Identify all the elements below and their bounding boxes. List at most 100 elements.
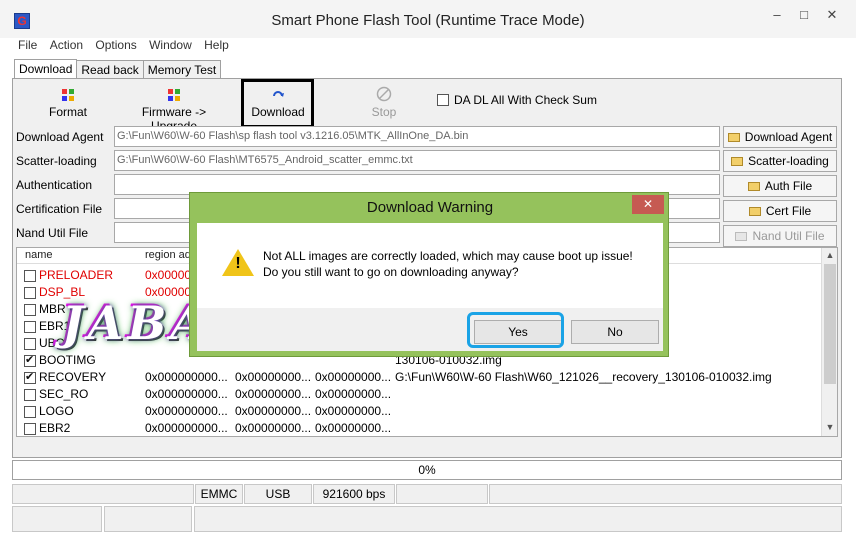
row-checkbox[interactable]: [24, 353, 36, 367]
stop-icon: [376, 86, 392, 102]
region-address: 0x00000000...: [315, 404, 392, 418]
auth-file-label: Authentication File: [16, 174, 112, 214]
row-checkbox[interactable]: [24, 370, 36, 384]
scatter-loading-button-label: Scatter-loading: [748, 154, 829, 168]
row-checkbox[interactable]: [24, 338, 36, 350]
format-icon: [61, 88, 75, 102]
table-row[interactable]: SEC_RO 0x000000000... 0x00000000... 0x00000…: [17, 386, 823, 403]
yes-button-highlight: [467, 312, 564, 348]
bottom-panel: [12, 506, 842, 532]
download-agent-input[interactable]: G:\Fun\W60\W-60 Flash\sp flash tool v3.1…: [114, 126, 720, 147]
menu-help[interactable]: Help: [204, 38, 229, 52]
column-header-region[interactable]: region ad: [145, 249, 191, 261]
dialog-message: Not ALL images are correctly loaded, whi…: [263, 248, 633, 280]
scatter-file-label: Scatter-loading File: [16, 150, 112, 190]
close-button[interactable]: ✕: [820, 6, 844, 26]
table-row[interactable]: LOGO 0x000000000... 0x00000000... 0x0000000…: [17, 403, 823, 420]
folder-icon: [735, 232, 748, 241]
partition-name: LOGO: [39, 404, 74, 418]
status-bar: EMMC USB 921600 bps: [12, 484, 842, 504]
scatter-file-input[interactable]: G:\Fun\W60\W-60 Flash\MT6575_Android_sca…: [114, 150, 720, 171]
format-button[interactable]: Format: [46, 88, 90, 119]
partition-name: BOOTIMG: [39, 353, 96, 367]
scatter-loading-button[interactable]: Scatter-loading: [723, 150, 837, 172]
auth-file-button[interactable]: Auth File: [723, 175, 837, 197]
bottom-cell-3: [194, 506, 842, 532]
download-agent-button-label: Download Agent: [744, 130, 833, 144]
tab-download[interactable]: Download: [14, 59, 78, 80]
cert-file-button[interactable]: Cert File: [723, 200, 837, 222]
menu-options[interactable]: Options: [95, 38, 136, 52]
partition-name: PRELOADER: [39, 268, 114, 282]
scroll-down-icon[interactable]: ▼: [822, 422, 837, 432]
menu-window[interactable]: Window: [149, 38, 192, 52]
column-header-name[interactable]: name: [25, 249, 53, 261]
progress-label: 0%: [418, 463, 436, 477]
da-checksum-label: DA DL All With Check Sum: [454, 93, 597, 107]
bottom-cell-2: [104, 506, 192, 532]
minimize-button[interactable]: –: [765, 6, 789, 26]
nand-util-button[interactable]: Nand Util File: [723, 225, 837, 247]
download-warning-dialog: Download Warning ✕ ! Not ALL images are …: [189, 192, 669, 357]
download-agent-button[interactable]: Download Agent: [723, 126, 837, 148]
menu-bar: File Action Options Window Help: [12, 38, 232, 56]
dialog-close-button[interactable]: ✕: [632, 195, 664, 214]
row-checkbox[interactable]: [24, 321, 36, 333]
da-checksum-option[interactable]: DA DL All With Check Sum: [437, 93, 597, 107]
tab-strip: Download Read back Memory Test: [14, 58, 222, 80]
dialog-footer: Yes No: [197, 308, 663, 351]
status-storage: EMMC: [195, 484, 243, 504]
row-checkbox[interactable]: [24, 304, 36, 316]
status-baud: 921600 bps: [313, 484, 395, 504]
warning-exclamation-icon: !: [235, 255, 241, 272]
end-address: 0x00000000...: [235, 404, 312, 418]
tab-read-back[interactable]: Read back: [76, 60, 144, 79]
status-empty-3: [489, 484, 842, 504]
scroll-thumb[interactable]: [824, 264, 836, 384]
menu-file[interactable]: File: [18, 38, 37, 52]
status-port: USB: [244, 484, 312, 504]
end-address: 0x00000000...: [235, 370, 312, 384]
scroll-up-icon[interactable]: ▲: [822, 250, 837, 260]
row-checkbox[interactable]: [24, 287, 36, 299]
stop-button[interactable]: Stop: [362, 86, 406, 119]
folder-icon: [727, 133, 740, 142]
folder-icon: [748, 207, 761, 216]
partition-name: SEC_RO: [39, 387, 89, 401]
dialog-message-line2: Do you still want to go on downloading a…: [263, 265, 519, 279]
maximize-button[interactable]: □: [792, 6, 816, 26]
dialog-body: ! Not ALL images are correctly loaded, w…: [197, 223, 663, 351]
partition-name: RECOVERY: [39, 370, 107, 384]
end-address: 0x00000000...: [235, 421, 312, 435]
window-title: Smart Phone Flash Tool (Runtime Trace Mo…: [271, 12, 585, 29]
menu-action[interactable]: Action: [50, 38, 83, 52]
tab-memory-test[interactable]: Memory Test: [142, 60, 222, 79]
vertical-scrollbar[interactable]: ▲ ▼: [821, 248, 837, 436]
status-empty-1: [12, 484, 194, 504]
begin-address: 0x000000000...: [145, 404, 228, 418]
table-row[interactable]: EBR2 0x000000000... 0x00000000... 0x0000000…: [17, 420, 823, 436]
end-address: 0x00000000...: [235, 387, 312, 401]
progress-bar: 0%: [12, 460, 842, 480]
region-address: 0x00000000...: [315, 387, 392, 401]
begin-address: 0x000000000...: [145, 387, 228, 401]
nand-util-button-label: Nand Util File: [752, 229, 825, 243]
partition-name: EBR2: [39, 421, 71, 435]
row-checkbox[interactable]: [24, 270, 36, 282]
row-checkbox[interactable]: [24, 423, 36, 435]
status-empty-2: [396, 484, 488, 504]
dialog-title: Download Warning: [366, 199, 494, 216]
nand-util-label: Nand Util File: [16, 222, 112, 244]
image-path: G:\Fun\W60\W-60 Flash\W60_121026__recove…: [395, 370, 772, 384]
begin-address: 0x000000000...: [145, 370, 228, 384]
row-checkbox[interactable]: [24, 389, 36, 401]
row-checkbox[interactable]: [24, 406, 36, 418]
download-agent-label: Download Agent: [16, 126, 112, 148]
no-button[interactable]: No: [571, 320, 659, 344]
table-row[interactable]: RECOVERY 0x000000000... 0x00000000...0x000…: [17, 369, 823, 386]
download-button-highlight: [241, 79, 314, 128]
da-checksum-checkbox[interactable]: [437, 94, 449, 106]
begin-address: 0x000000000...: [145, 421, 228, 435]
region-address: 0x00000000...: [315, 421, 392, 435]
stop-label: Stop: [371, 105, 397, 119]
